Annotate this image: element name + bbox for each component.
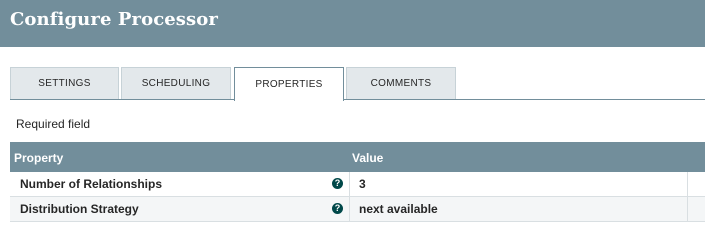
column-header-property[interactable]: Property [14, 151, 63, 165]
question-circle-icon[interactable]: ? [332, 178, 343, 189]
column-divider [687, 172, 688, 196]
dialog-title: Configure Processor [10, 9, 218, 30]
properties-table: Property Value Number of Relationships ?… [10, 142, 705, 222]
tab-bar: SETTINGS SCHEDULING PROPERTIES COMMENTS [10, 67, 705, 101]
tab-scheduling[interactable]: SCHEDULING [121, 67, 231, 99]
tab-comments[interactable]: COMMENTS [346, 67, 456, 99]
column-header-value[interactable]: Value [352, 151, 383, 165]
table-row[interactable]: Distribution Strategy ? next available [10, 197, 705, 222]
column-divider [349, 172, 350, 196]
column-divider [687, 197, 688, 221]
table-header: Property Value [10, 142, 705, 172]
table-row[interactable]: Number of Relationships ? 3 [10, 172, 705, 197]
tab-divider [10, 99, 705, 100]
property-name: Number of Relationships [20, 177, 163, 191]
property-value[interactable]: 3 [359, 177, 366, 191]
tab-settings[interactable]: SETTINGS [10, 67, 119, 99]
required-field-note: Required field [16, 117, 91, 131]
tab-properties[interactable]: PROPERTIES [234, 67, 344, 101]
column-divider [349, 197, 350, 221]
question-circle-icon[interactable]: ? [332, 203, 343, 214]
dialog-header: Configure Processor [0, 0, 705, 47]
property-value[interactable]: next available [359, 202, 438, 216]
property-name: Distribution Strategy [20, 202, 139, 216]
